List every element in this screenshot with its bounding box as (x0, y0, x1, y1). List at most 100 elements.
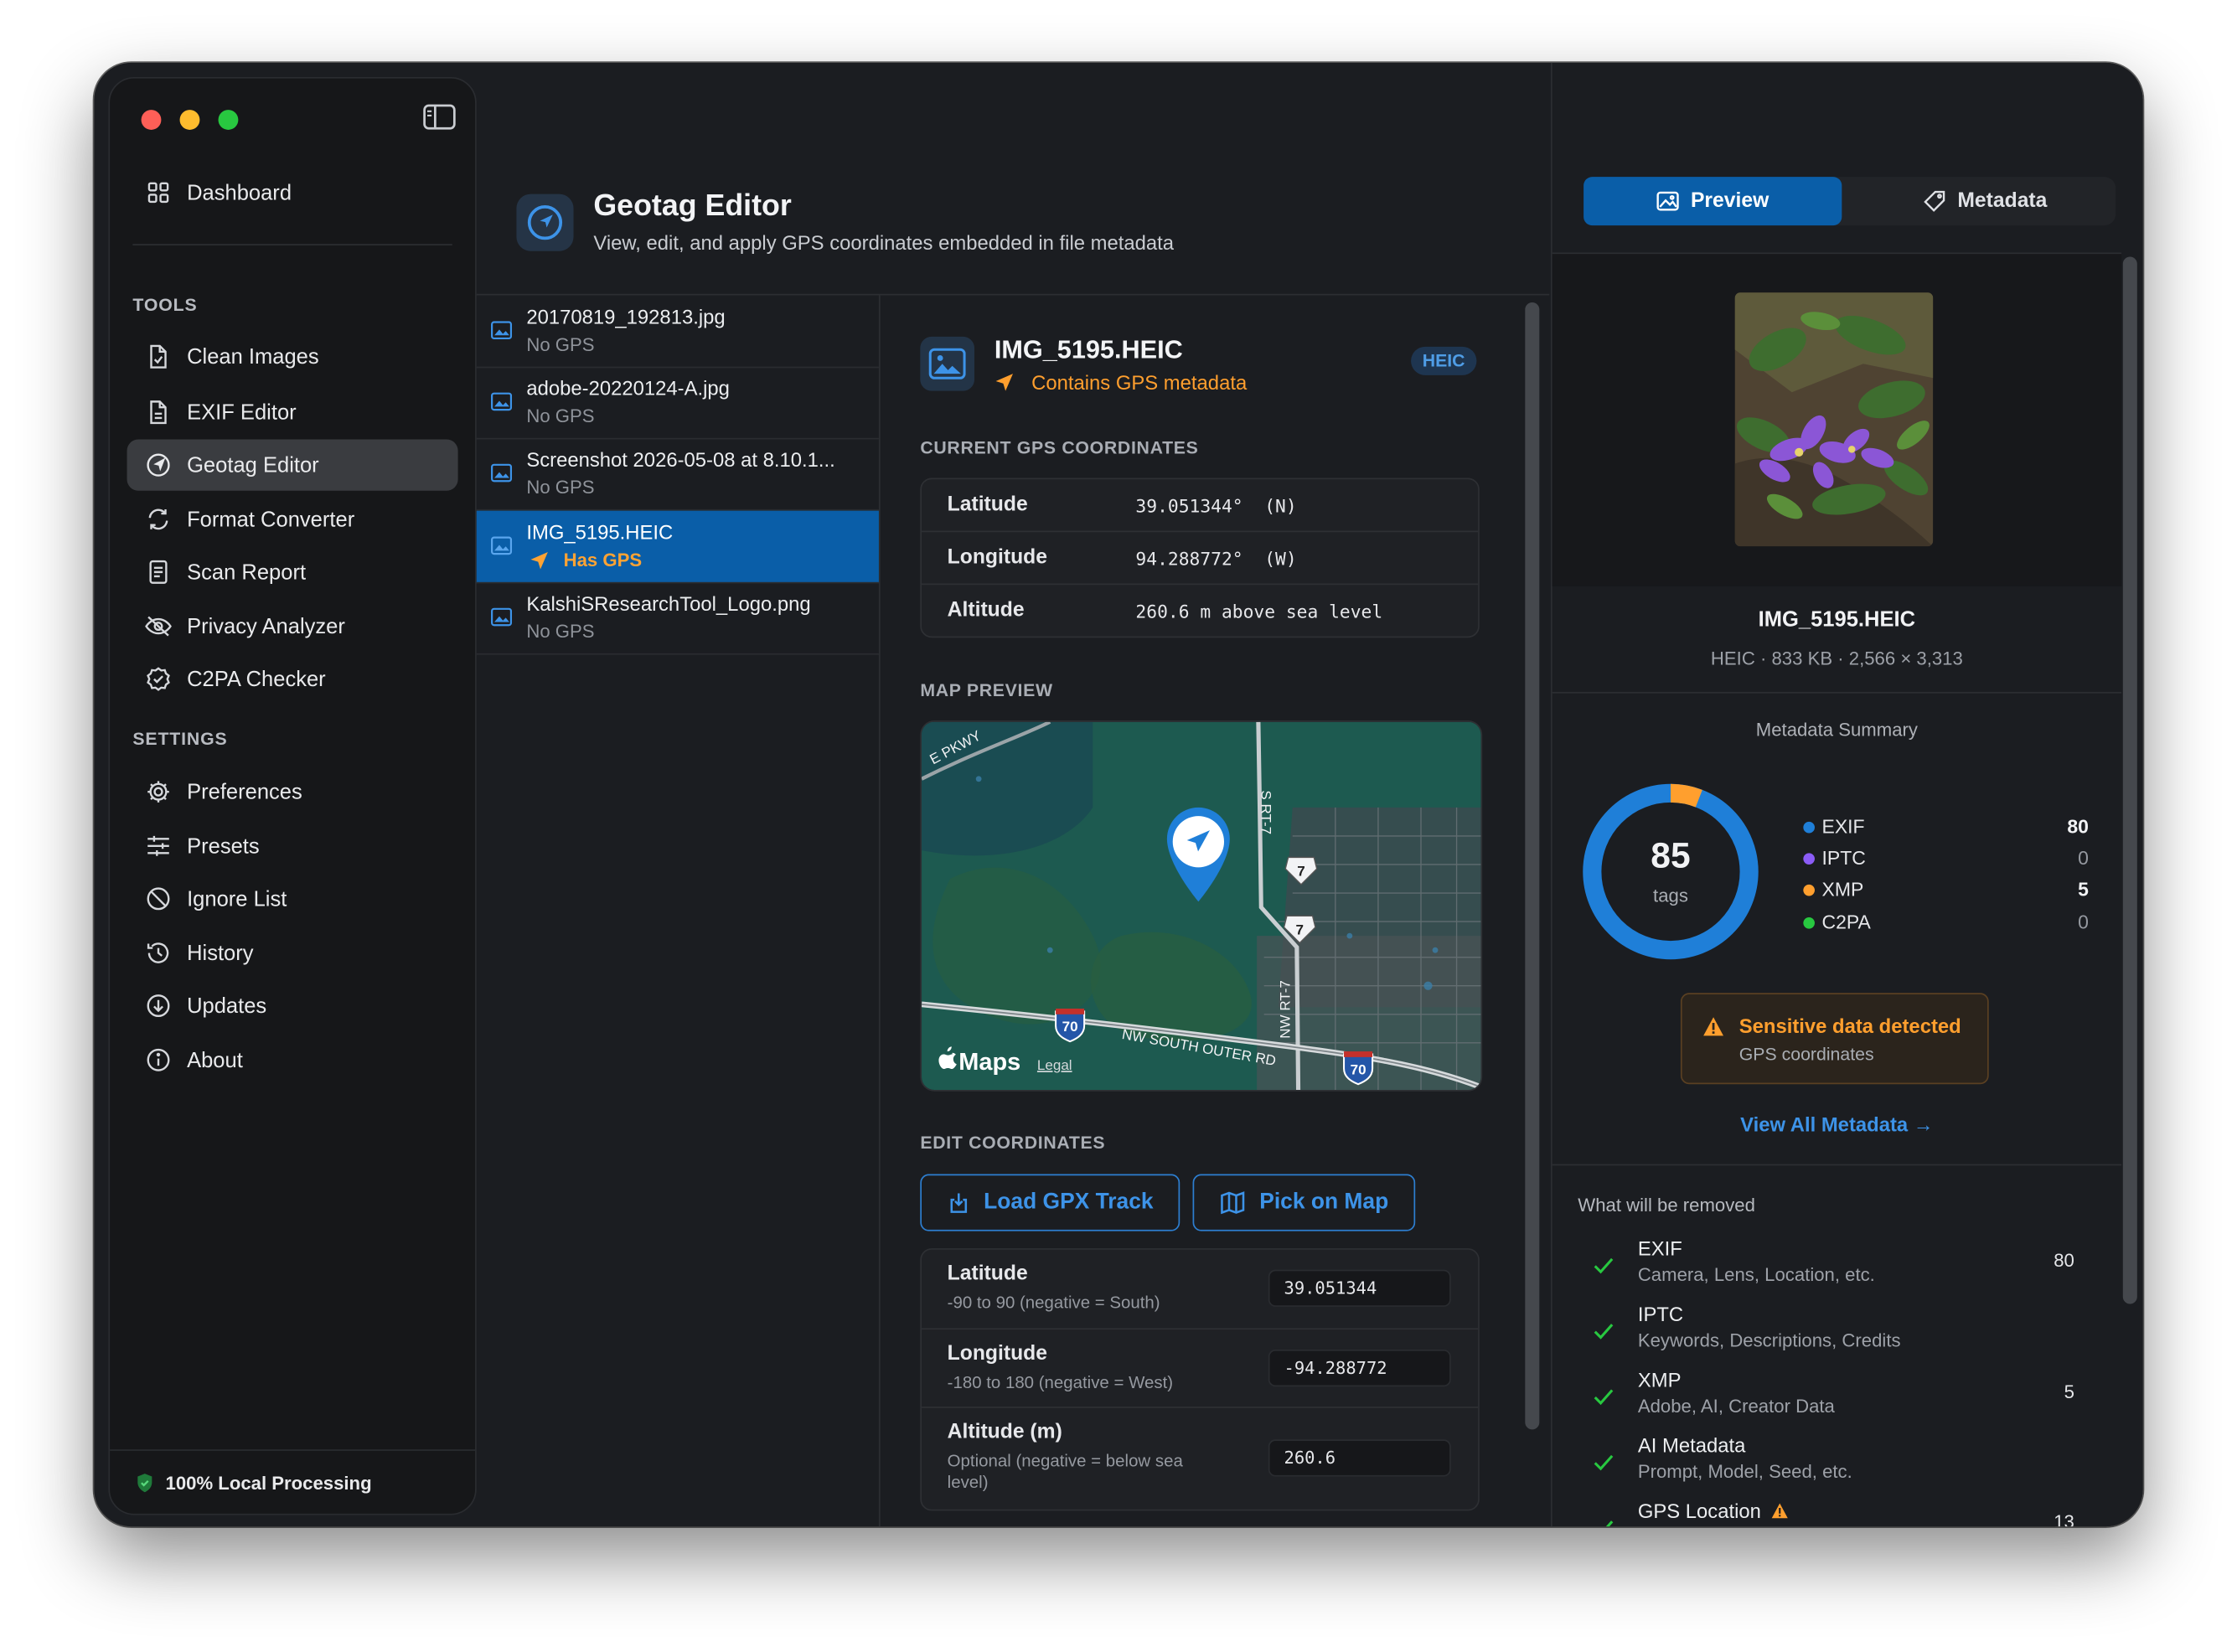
sidebar-item-updates[interactable]: Updates (127, 980, 458, 1031)
file-row[interactable]: KalshiSResearchTool_Logo.png No GPS (476, 582, 879, 655)
minimize-window-button[interactable] (179, 110, 200, 130)
app-window: Dashboard TOOLS Clean Images EXIF Editor… (94, 62, 2143, 1527)
sidebar-item-clean-images[interactable]: Clean Images (127, 331, 458, 382)
altitude-input[interactable]: 260.6 (1268, 1439, 1451, 1477)
file-row[interactable]: 20170819_192813.jpg No GPS (476, 296, 879, 369)
sidebar-item-label: EXIF Editor (187, 400, 297, 425)
inspector-scrollbar[interactable] (2122, 256, 2137, 1304)
legend-dot (1803, 916, 1815, 929)
map-icon (1220, 1191, 1244, 1215)
legend-item-exif: EXIF 80 (1803, 813, 2089, 842)
removal-desc: Camera, Lens, Location, etc. (1637, 1263, 1875, 1286)
metadata-donut-chart: 85 tags (1581, 782, 1761, 962)
warning-title: Sensitive data detected (1738, 1014, 1961, 1038)
removal-list-title: What will be removed (1578, 1194, 1755, 1216)
file-name: KalshiSResearchTool_Logo.png (526, 591, 811, 615)
sidebar-item-label: Updates (187, 994, 267, 1019)
legend-label: C2PA (1821, 911, 1871, 933)
shield-check-icon (144, 665, 173, 694)
sidebar-item-exif-editor[interactable]: EXIF Editor (127, 386, 458, 437)
file-row[interactable]: adobe-20220124-A.jpg No GPS (476, 367, 879, 440)
gps-status: Has GPS (563, 549, 643, 571)
legend-dot (1803, 821, 1815, 834)
divider (1552, 1164, 2122, 1166)
interstate-shield-icon: 70 (1343, 1051, 1374, 1086)
removal-item-iptc: IPTC Keywords, Descriptions, Credits (1578, 1303, 2091, 1365)
latitude-input[interactable]: 39.051344 (1268, 1269, 1451, 1307)
checkmark-icon (1594, 1454, 1614, 1471)
maps-brand: Maps (958, 1049, 1020, 1076)
map-preview[interactable]: E PKWY S RT-7 NW RT-7 NW SOUTH OUTER RD … (920, 720, 1483, 1092)
sidebar-item-label: Privacy Analyzer (187, 614, 345, 639)
load-gpx-track-button[interactable]: Load GPX Track (920, 1174, 1180, 1231)
sidebar-item-label: C2PA Checker (187, 667, 326, 692)
close-window-button[interactable] (141, 110, 162, 130)
gps-status: No GPS (526, 476, 595, 498)
sidebar-item-dashboard[interactable]: Dashboard (127, 167, 458, 218)
sidebar-item-format-converter[interactable]: Format Converter (127, 493, 458, 545)
legend-label: XMP (1821, 879, 1864, 901)
divider (1552, 691, 2122, 694)
sidebar-item-scan-report[interactable]: Scan Report (127, 546, 458, 597)
gear-icon (144, 777, 173, 806)
sidebar-item-geotag-editor[interactable]: Geotag Editor (127, 439, 458, 491)
document-edit-icon (144, 398, 173, 426)
sidebar: Dashboard TOOLS Clean Images EXIF Editor… (108, 76, 477, 1515)
sidebar-item-about[interactable]: About (127, 1035, 458, 1086)
zoom-window-button[interactable] (218, 110, 239, 130)
edit-row-latitude: Latitude -90 to 90 (negative = South) 39… (922, 1250, 1478, 1327)
sidebar-item-label: Geotag Editor (187, 452, 319, 478)
sidebar-toggle-icon[interactable] (422, 101, 457, 132)
footer-label: 100% Local Processing (165, 1471, 372, 1494)
tab-label: Preview (1690, 189, 1769, 213)
report-icon (144, 558, 173, 586)
import-icon (949, 1193, 967, 1213)
sidebar-item-ignore-list[interactable]: Ignore List (127, 873, 458, 924)
removal-item-gps-location: GPS Location 13 (1578, 1499, 2091, 1527)
button-label: Pick on Map (1259, 1190, 1389, 1215)
field-label: Altitude (m) (947, 1421, 1062, 1444)
image-icon (491, 536, 513, 555)
legend-dot (1803, 884, 1815, 896)
checkmark-icon (1594, 1257, 1614, 1274)
sidebar-item-history[interactable]: History (127, 927, 458, 978)
page-header: Geotag Editor View, edit, and apply GPS … (476, 63, 1550, 296)
warning-subtitle: GPS coordinates (1738, 1044, 1874, 1065)
tag-total-label: tags (1653, 884, 1688, 906)
pick-on-map-button[interactable]: Pick on Map (1192, 1174, 1416, 1231)
sidebar-item-privacy-analyzer[interactable]: Privacy Analyzer (127, 601, 458, 652)
map-preview-heading: MAP PREVIEW (920, 680, 1053, 701)
sidebar-item-preferences[interactable]: Preferences (127, 766, 458, 817)
detail-scrollbar[interactable] (1525, 302, 1540, 1430)
photo-thumbnail (1734, 292, 1934, 547)
map-road-label: S RT-7 (1258, 790, 1273, 834)
tab-metadata[interactable]: Metadata (1855, 177, 2116, 225)
shield-icon (136, 1472, 154, 1494)
file-name: IMG_5195.HEIC (526, 520, 674, 544)
tag-icon (1924, 190, 1945, 212)
legend-value: 5 (2078, 879, 2089, 901)
warning-icon (1772, 1503, 1789, 1519)
field-hint: -90 to 90 (negative = South) (947, 1292, 1160, 1313)
coordinate-value: 94.288772° (W) (1135, 547, 1297, 570)
map-legal-link[interactable]: Legal (1037, 1057, 1072, 1073)
sidebar-item-presets[interactable]: Presets (127, 820, 458, 871)
removal-desc: Adobe, AI, Creator Data (1637, 1395, 1835, 1417)
current-coordinates-table: Latitude 39.051344° (N) Longitude 94.288… (920, 478, 1480, 638)
tab-preview[interactable]: Preview (1583, 177, 1842, 226)
local-processing-footer: 100% Local Processing (110, 1449, 476, 1514)
eye-slash-icon (144, 612, 173, 641)
legend-item-iptc: IPTC 0 (1803, 844, 2089, 873)
longitude-input[interactable]: -94.288772 (1268, 1349, 1451, 1387)
sidebar-item-c2pa-checker[interactable]: C2PA Checker (127, 653, 458, 705)
divider (132, 244, 452, 245)
removal-name-text: GPS Location (1637, 1499, 1761, 1523)
file-row[interactable]: Screenshot 2026-05-08 at 8.10.1... No GP… (476, 438, 879, 511)
removal-name: IPTC (1637, 1302, 1684, 1326)
file-row-selected[interactable]: IMG_5195.HEIC Has GPS (476, 510, 879, 584)
image-icon (491, 607, 513, 627)
view-all-metadata-link[interactable]: View All Metadata → (1552, 1113, 2121, 1135)
field-label: Longitude (947, 1342, 1047, 1365)
gps-status: No GPS (526, 405, 595, 427)
coordinate-label: Latitude (947, 493, 1028, 517)
